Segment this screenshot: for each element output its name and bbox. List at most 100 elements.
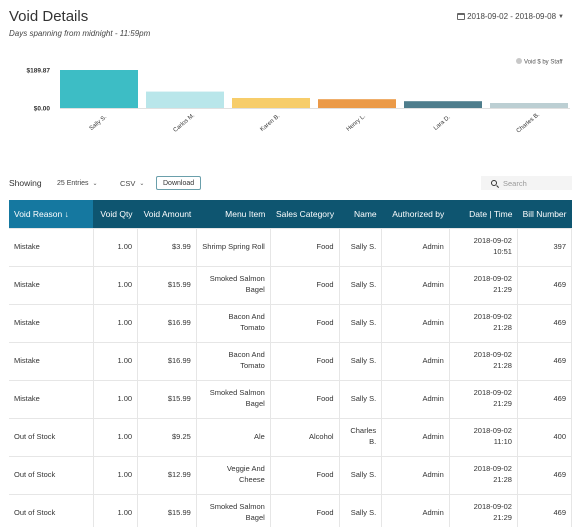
column-header[interactable]: Void Qty bbox=[93, 200, 137, 228]
table-cell: 1.00 bbox=[92, 455, 139, 495]
table-cell: Food bbox=[269, 303, 340, 343]
table-cell: Sally S. bbox=[338, 493, 383, 527]
date-range-picker[interactable]: 2018-09-02 - 2018-09-08 ▼ bbox=[457, 12, 564, 21]
table-cell: 1.00 bbox=[92, 417, 139, 457]
search-icon bbox=[491, 180, 497, 186]
table-cell: $15.99 bbox=[137, 265, 197, 305]
table-cell: 1.00 bbox=[92, 493, 139, 527]
column-header[interactable]: Date | Time bbox=[449, 200, 517, 228]
table-cell: Sally S. bbox=[338, 379, 383, 419]
table-cell: 1.00 bbox=[92, 303, 139, 343]
page-title: Void Details bbox=[9, 8, 89, 25]
table-row[interactable]: Out of Stock 1.00 $15.99 Smoked Salmon Bagel… bbox=[9, 493, 572, 527]
table-cell: Out of Stock bbox=[9, 493, 94, 527]
search-input[interactable]: Search bbox=[503, 179, 527, 188]
table-cell: 2018-09-02 11:10 bbox=[448, 417, 518, 457]
table-cell: 1.00 bbox=[92, 341, 139, 381]
table-cell: Admin bbox=[381, 303, 450, 343]
column-header[interactable]: Sales Category bbox=[270, 200, 339, 228]
table-cell: 469 bbox=[516, 341, 572, 381]
x-tick-label: Henry L. bbox=[346, 113, 367, 132]
date-range-value: 2018-09-02 - 2018-09-08 bbox=[467, 12, 557, 21]
void-details-table: Void Reason ↓ Void Qty Void Amount Menu Ite… bbox=[9, 200, 572, 527]
chart-bar bbox=[490, 102, 568, 108]
search-box[interactable]: Search bbox=[481, 176, 572, 190]
table-cell: 469 bbox=[516, 455, 572, 495]
table-cell: 397 bbox=[516, 227, 572, 267]
table-cell: Sally S. bbox=[338, 265, 383, 305]
table-cell: Mistake bbox=[9, 379, 94, 419]
table-cell: Sally S. bbox=[338, 455, 383, 495]
table-cell: Sally S. bbox=[338, 341, 383, 381]
table-row[interactable]: Mistake 1.00 $16.99 Bacon And Tomato Food Sall… bbox=[9, 341, 572, 381]
table-cell: Food bbox=[269, 493, 340, 527]
y-tick-label: $0.00 bbox=[34, 106, 51, 113]
table-cell: Admin bbox=[381, 265, 450, 305]
entries-select[interactable]: 25 Entries ⌄ bbox=[52, 176, 103, 190]
table-cell: 1.00 bbox=[92, 265, 139, 305]
table-row[interactable]: Out of Stock 1.00 $9.25 Ale Alcohol Charles B.… bbox=[9, 417, 572, 457]
table-cell: 2018-09-02 10:51 bbox=[448, 227, 518, 267]
table-cell: Admin bbox=[381, 379, 450, 419]
export-format-value: CSV bbox=[120, 178, 136, 188]
table-cell: Admin bbox=[381, 493, 450, 527]
table-cell: Food bbox=[269, 455, 340, 495]
table-cell: Out of Stock bbox=[9, 455, 94, 495]
table-cell: Food bbox=[269, 265, 340, 305]
column-header[interactable]: Bill Number bbox=[517, 200, 571, 228]
void-by-staff-chart: $189.87 $0.00 Sally S. Carlos M. Karen B. Hen… bbox=[27, 58, 570, 135]
table-cell: Shrimp Spring Roll bbox=[195, 227, 271, 267]
table-body: Mistake 1.00 $3.99 Shrimp Spring Roll Food Sa… bbox=[9, 227, 572, 527]
entries-value: 25 Entries bbox=[57, 179, 89, 187]
table-cell: 2018-09-02 21:29 bbox=[448, 493, 518, 527]
table-cell: Mistake bbox=[9, 303, 94, 343]
table-cell: Alcohol bbox=[269, 417, 340, 457]
table-cell: $12.99 bbox=[137, 455, 197, 495]
column-header[interactable]: Authorized by bbox=[382, 200, 450, 228]
table-row[interactable]: Mistake 1.00 $15.99 Smoked Salmon Bagel Food S… bbox=[9, 379, 572, 419]
table-cell: 1.00 bbox=[92, 227, 139, 267]
table-cell: Food bbox=[269, 379, 340, 419]
table-row[interactable]: Mistake 1.00 $3.99 Shrimp Spring Roll Food Sa… bbox=[9, 227, 572, 267]
table-cell: 2018-09-02 21:28 bbox=[448, 455, 518, 495]
download-button[interactable]: Download bbox=[156, 176, 202, 190]
table-row[interactable]: Mistake 1.00 $15.99 Smoked Salmon Bagel Food S… bbox=[9, 265, 572, 305]
y-tick-label: $189.87 bbox=[27, 68, 51, 75]
table-cell: Mistake bbox=[9, 341, 94, 381]
column-header[interactable]: Void Amount bbox=[138, 200, 197, 228]
table-cell: 400 bbox=[516, 417, 572, 457]
x-tick-label: Carlos M. bbox=[173, 112, 197, 133]
chart-bar bbox=[232, 97, 310, 108]
table-cell: 1.00 bbox=[92, 379, 139, 419]
export-format-select[interactable]: CSV ⌄ bbox=[116, 176, 148, 190]
table-cell: 2018-09-02 21:29 bbox=[448, 379, 518, 419]
table-header-row: Void Reason ↓ Void Qty Void Amount Menu Ite… bbox=[9, 200, 572, 228]
table-row[interactable]: Out of Stock 1.00 $12.99 Veggie And Cheese Fo… bbox=[9, 455, 572, 495]
table-cell: $16.99 bbox=[137, 303, 197, 343]
column-header[interactable]: Menu Item bbox=[196, 200, 270, 228]
table-cell: Smoked Salmon Bagel bbox=[195, 493, 271, 527]
table-cell: $15.99 bbox=[137, 493, 197, 527]
table-cell: Mistake bbox=[9, 227, 94, 267]
chart-bar bbox=[318, 99, 396, 108]
legend-label: Void $ by Staff bbox=[524, 60, 563, 66]
page-subtitle: Days spanning from midnight - 11:59pm bbox=[9, 29, 151, 38]
table-toolbar: Showing 25 Entries ⌄ CSV ⌄ Download Sear… bbox=[9, 176, 572, 190]
table-cell: Smoked Salmon Bagel bbox=[195, 265, 271, 305]
table-cell: 469 bbox=[516, 493, 572, 527]
table-cell: Bacon And Tomato bbox=[195, 303, 271, 343]
column-header[interactable]: Name bbox=[339, 200, 382, 228]
table-row[interactable]: Mistake 1.00 $16.99 Bacon And Tomato Food Sall… bbox=[9, 303, 572, 343]
table-cell: Admin bbox=[381, 341, 450, 381]
table-cell: 469 bbox=[516, 303, 572, 343]
table-cell: 469 bbox=[516, 265, 572, 305]
chevron-down-icon: ⌄ bbox=[92, 180, 98, 187]
table-cell: Bacon And Tomato bbox=[195, 341, 271, 381]
table-cell: Admin bbox=[381, 227, 450, 267]
x-tick-label: Sally S. bbox=[89, 114, 109, 132]
chart-bar bbox=[60, 70, 138, 108]
table-cell: 2018-09-02 21:28 bbox=[448, 341, 518, 381]
column-header[interactable]: Void Reason ↓ bbox=[9, 200, 94, 228]
x-tick-label: Charles B. bbox=[516, 112, 542, 135]
chevron-down-icon: ▼ bbox=[558, 13, 564, 20]
